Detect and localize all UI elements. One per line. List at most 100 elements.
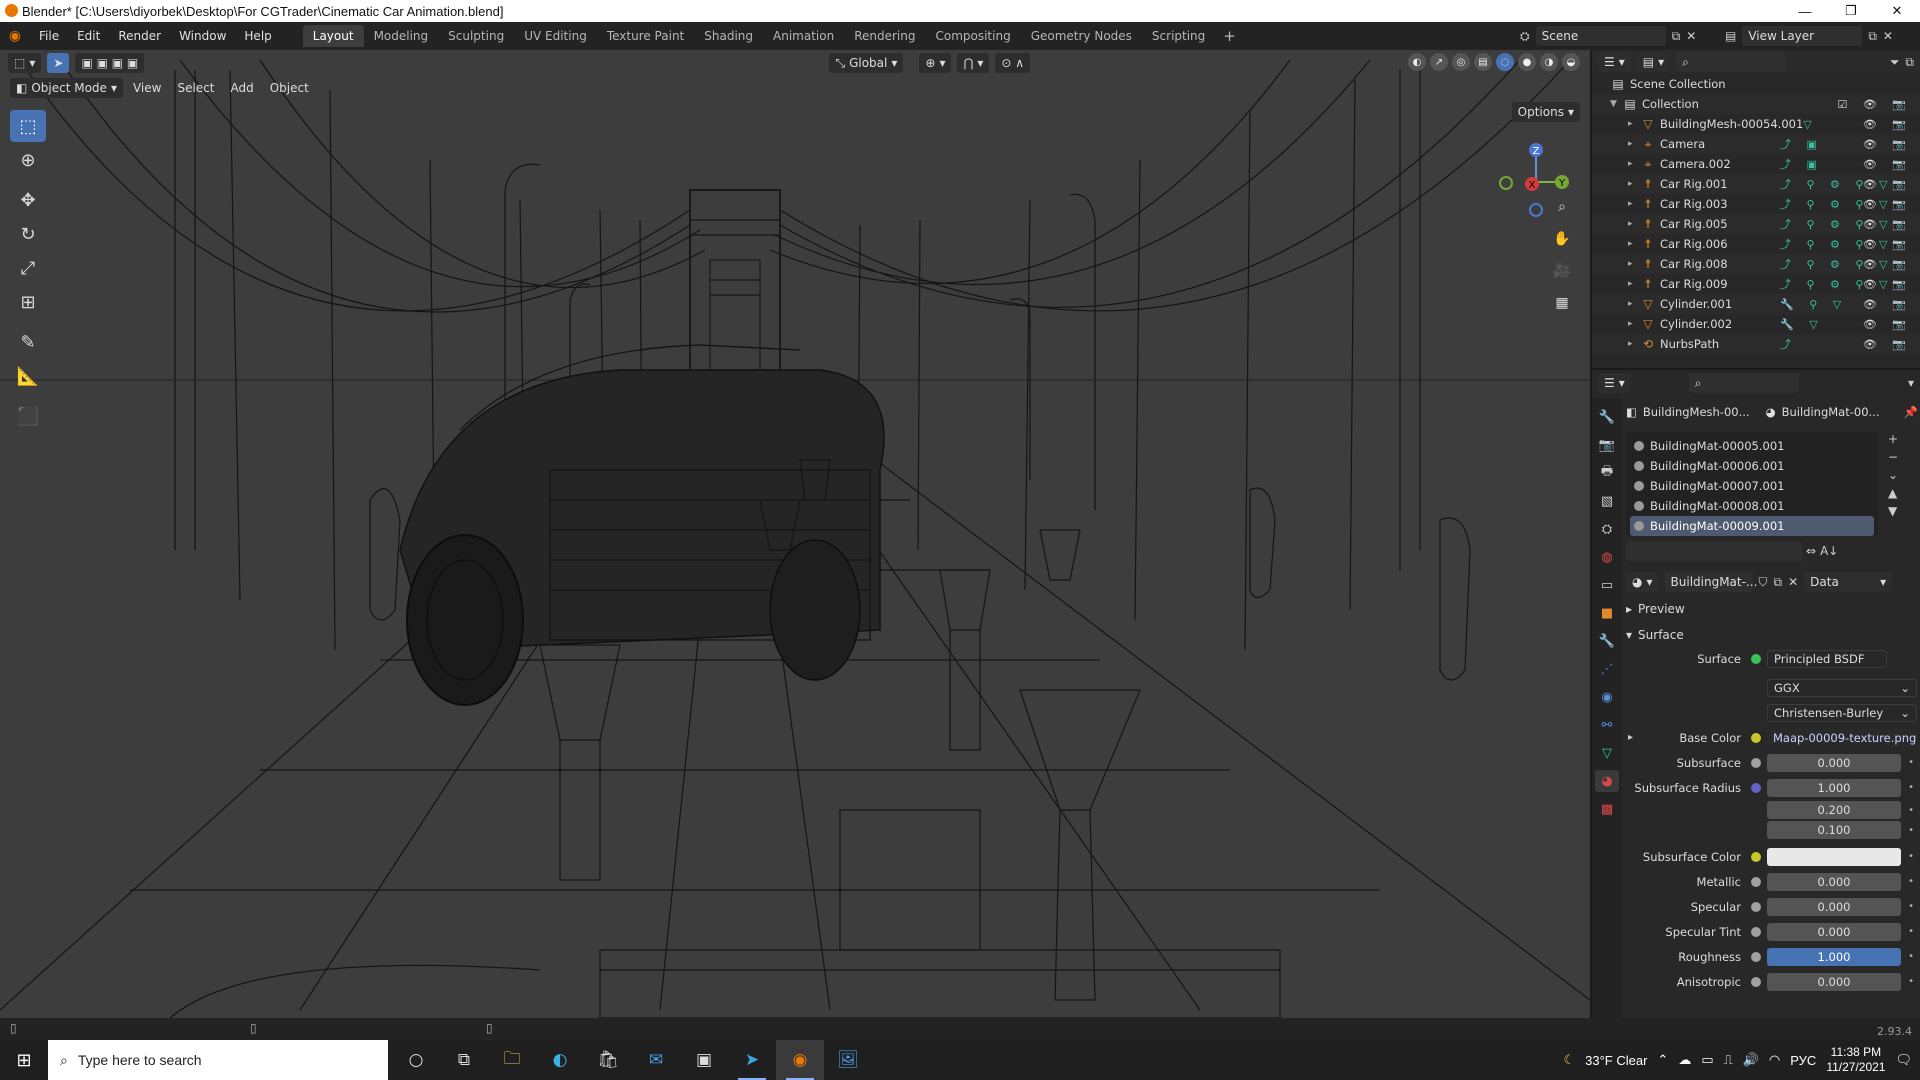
tab-texture-paint[interactable]: Texture Paint xyxy=(597,25,694,47)
expand-arrow-icon[interactable]: ▸ xyxy=(1628,319,1640,329)
modifier-icons[interactable]: ⤴ ▣ xyxy=(1780,136,1823,152)
subsurface-method-dropdown[interactable]: Christensen-Burley ⌄ xyxy=(1767,703,1917,722)
material-slot-item[interactable]: BuildingMat-00007.001 xyxy=(1630,476,1874,496)
measure-tool[interactable]: 📐 xyxy=(10,360,46,392)
tab-particles[interactable]: ⋰ xyxy=(1595,658,1619,680)
visibility-icons[interactable]: 👁 📷 xyxy=(1863,238,1912,251)
distribution-dropdown[interactable]: GGX ⌄ xyxy=(1767,678,1917,697)
delete-scene-icon[interactable]: ✕ xyxy=(1686,29,1696,43)
keyframe-dot-icon[interactable]: • xyxy=(1908,951,1914,962)
tray-expand-icon[interactable]: ⌃ xyxy=(1657,1052,1668,1068)
mode-dropdown[interactable]: ◧ Object Mode ▾ xyxy=(10,78,123,98)
perspective-grid-icon[interactable]: ▦ xyxy=(1550,291,1574,315)
transform-tool[interactable]: ⊞ xyxy=(10,286,46,318)
preview-panel-header[interactable]: ▸ Preview xyxy=(1626,598,1918,620)
tab-object[interactable]: ■ xyxy=(1595,602,1619,624)
invert-filter-icon[interactable]: ⇔ xyxy=(1806,544,1816,558)
rotate-tool[interactable]: ↻ xyxy=(10,218,46,250)
keyframe-dot-icon[interactable]: • xyxy=(1908,851,1914,862)
file-explorer-icon[interactable]: 🗀 xyxy=(488,1040,536,1080)
keyframe-dot-icon[interactable]: • xyxy=(1908,757,1914,768)
camera-view-icon[interactable]: 🎥 xyxy=(1550,259,1574,283)
menu-view[interactable]: View xyxy=(127,81,167,95)
tab-scripting[interactable]: Scripting xyxy=(1142,25,1215,47)
outliner-item[interactable]: ▸ ☨ Car Rig.005 ⤴ ⚲ ⚙ ⚲ ▽ 👁 📷 xyxy=(1592,214,1920,234)
tab-layout[interactable]: Layout xyxy=(302,25,364,47)
material-name-field[interactable]: BuildingMat-... xyxy=(1664,572,1757,592)
close-button[interactable]: ✕ xyxy=(1874,0,1920,22)
minimize-button[interactable]: — xyxy=(1782,0,1828,22)
subsurface-color-swatch[interactable] xyxy=(1767,847,1901,866)
zoom-icon[interactable]: ⌕ xyxy=(1550,195,1574,219)
outliner-item[interactable]: ▸ ▽ Cylinder.001 🔧 ⚲ ▽ 👁 📷 xyxy=(1592,294,1920,314)
maximize-button[interactable]: ❐ xyxy=(1828,0,1874,22)
scale-tool[interactable]: ⤢ xyxy=(10,252,46,284)
tab-collection[interactable]: ▭ xyxy=(1595,574,1619,596)
menu-object[interactable]: Object xyxy=(264,81,315,95)
expand-arrow-icon[interactable]: ▸ xyxy=(1628,339,1640,349)
3d-viewport[interactable]: ⬚ ▾ ➤ ▣ ▣ ▣ ▣ ⤡ Global ▾ ⊕ ▾ ⋂ ▾ ⊙ ∧ ◐ ↗ ◎ ▤… xyxy=(0,50,1590,1018)
fake-user-icon[interactable]: ⛉ xyxy=(1759,575,1768,590)
xray-toggle-icon[interactable]: ▤ xyxy=(1474,53,1492,71)
outliner-search-input[interactable]: ⌕ xyxy=(1676,52,1787,72)
properties-options-icon[interactable]: ▾ xyxy=(1908,376,1914,390)
snap-toggle[interactable]: ⋂ ▾ xyxy=(957,53,990,73)
new-view-layer-icon[interactable]: ⧉ xyxy=(1868,29,1877,44)
outliner-item[interactable]: ▸ ▽ BuildingMesh-00054.001 ▽ 👁 📷 xyxy=(1592,114,1920,134)
tab-sculpting[interactable]: Sculpting xyxy=(438,25,514,47)
wifi-icon[interactable]: ◠ xyxy=(1769,1052,1780,1068)
filter-icon[interactable]: ⏷ xyxy=(1890,55,1900,70)
edge-browser-icon[interactable]: ◐ xyxy=(536,1040,584,1080)
visibility-icons[interactable]: 👁 📷 xyxy=(1863,318,1912,331)
keyframe-dot-icon[interactable]: • xyxy=(1908,825,1914,836)
expand-arrow-icon[interactable]: ▸ xyxy=(1628,279,1640,289)
visibility-icons[interactable]: 👁 📷 xyxy=(1863,198,1912,211)
select-box-tool[interactable]: ⬚ xyxy=(10,110,46,142)
outliner-editor-type-button[interactable]: ☰ ▾ xyxy=(1598,52,1631,72)
weather-text[interactable]: 33°F Clear xyxy=(1585,1053,1647,1068)
remove-slot-icon[interactable]: − xyxy=(1888,450,1898,464)
collapse-arrow-icon[interactable]: ▼ xyxy=(1610,99,1622,109)
tab-material[interactable]: ◕ xyxy=(1595,770,1619,792)
expand-arrow-icon[interactable]: ▸ xyxy=(1628,259,1640,269)
keyframe-dot-icon[interactable]: • xyxy=(1908,901,1914,912)
new-collection-icon[interactable]: ⧉ xyxy=(1905,55,1914,70)
tab-animation[interactable]: Animation xyxy=(763,25,844,47)
move-down-icon[interactable]: ▼ xyxy=(1888,504,1898,518)
menu-edit[interactable]: Edit xyxy=(68,29,109,43)
cursor-tool[interactable]: ⊕ xyxy=(10,144,46,176)
expand-arrow-icon[interactable]: ▸ xyxy=(1628,199,1640,209)
expand-arrow-icon[interactable]: ▸ xyxy=(1628,119,1640,129)
keyframe-dot-icon[interactable]: • xyxy=(1908,782,1914,793)
mail-icon[interactable]: ✉ xyxy=(632,1040,680,1080)
outliner-item[interactable]: ▸ ☨ Car Rig.008 ⤴ ⚲ ⚙ ⚲ ▽ 👁 📷 xyxy=(1592,254,1920,274)
tab-modifiers[interactable]: 🔧 xyxy=(1595,630,1619,652)
outliner-item[interactable]: ▸ ☨ Car Rig.006 ⤴ ⚲ ⚙ ⚲ ▽ 👁 📷 xyxy=(1592,234,1920,254)
move-up-icon[interactable]: ▲ xyxy=(1888,486,1898,500)
proportional-edit-toggle[interactable]: ⊙ ∧ xyxy=(995,53,1030,73)
expand-input-icon[interactable]: ▸ xyxy=(1628,732,1633,743)
modifier-icons[interactable]: ⤴ ▣ xyxy=(1780,156,1823,172)
tab-compositing[interactable]: Compositing xyxy=(925,25,1020,47)
properties-search-input[interactable]: ⌕ xyxy=(1688,373,1799,393)
rendered-shading-icon[interactable]: ◒ xyxy=(1562,53,1580,71)
tab-view-layer[interactable]: ▧ xyxy=(1595,490,1619,512)
add-cube-tool[interactable]: ⬛ xyxy=(10,400,46,432)
tab-modeling[interactable]: Modeling xyxy=(364,25,439,47)
collection-visibility-icons[interactable]: ☑ 👁 📷 xyxy=(1837,98,1912,111)
outliner-item[interactable]: ▸ ☨ Car Rig.001 ⤴ ⚲ ⚙ ⚲ ▽ 👁 📷 xyxy=(1592,174,1920,194)
app-icon[interactable]: ▣ xyxy=(680,1040,728,1080)
blender-menu-icon[interactable]: ◉ xyxy=(0,22,30,50)
tab-tool[interactable]: 🔧 xyxy=(1595,406,1619,428)
visibility-icons[interactable]: 👁 📷 xyxy=(1863,158,1912,171)
tab-output[interactable]: 🖶 xyxy=(1595,462,1619,484)
notifications-icon[interactable]: 🗨 xyxy=(1895,1052,1912,1068)
outliner-item[interactable]: ▸ ▽ Cylinder.002 🔧 ▽ 👁 📷 xyxy=(1592,314,1920,334)
wireframe-shading-icon[interactable]: ◌ xyxy=(1496,53,1514,71)
tab-geometry-nodes[interactable]: Geometry Nodes xyxy=(1021,25,1142,47)
tab-physics[interactable]: ◉ xyxy=(1595,686,1619,708)
delete-view-layer-icon[interactable]: ✕ xyxy=(1883,29,1893,43)
material-slot-item[interactable]: BuildingMat-00009.001 xyxy=(1630,516,1874,536)
pan-hand-icon[interactable]: ✋ xyxy=(1550,227,1574,251)
sort-alpha-icon[interactable]: A↓ xyxy=(1820,544,1838,558)
